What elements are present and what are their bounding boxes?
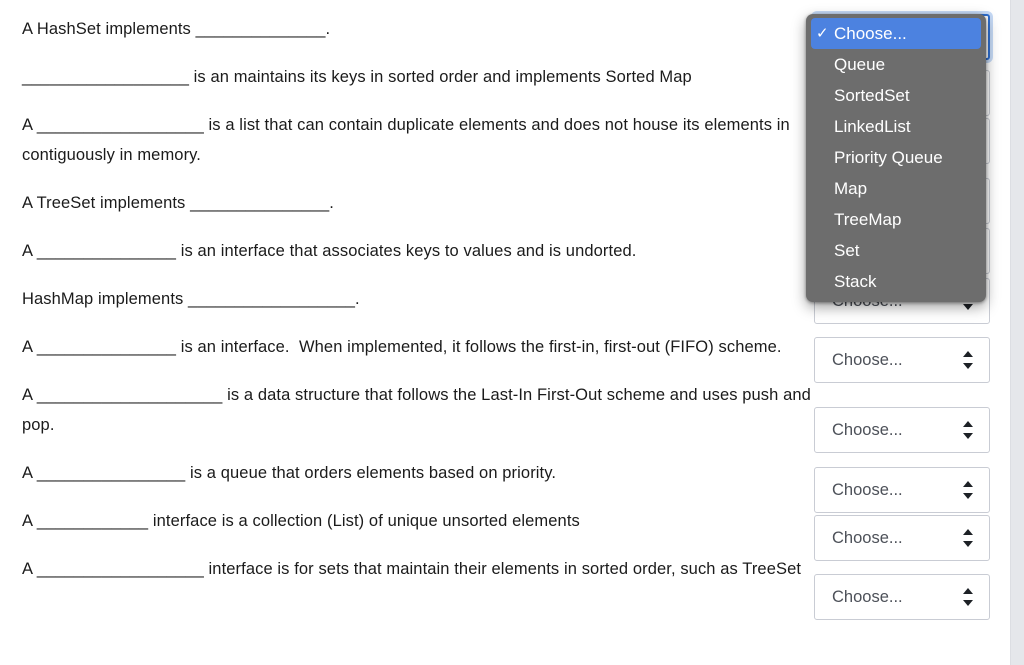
dropdown-option-label: Choose... <box>834 24 907 43</box>
answer-select-11[interactable]: Choose... <box>814 574 990 620</box>
dropdown-option-label: Set <box>834 241 860 260</box>
question-text: A ____________ interface is a collection… <box>22 512 580 530</box>
dropdown-option-linkedlist[interactable]: ✓ LinkedList <box>806 111 986 142</box>
question-text: A TreeSet implements _______________. <box>22 194 334 212</box>
checkmark-icon-placeholder: ✓ <box>816 142 834 173</box>
dropdown-option-choose[interactable]: ✓ Choose... <box>811 18 981 49</box>
dropdown-option-treemap[interactable]: ✓ TreeMap <box>806 204 986 235</box>
chevron-updown-icon <box>963 529 975 547</box>
question-text: A _______________ is an interface. When … <box>22 338 782 356</box>
checkmark-icon-placeholder: ✓ <box>816 173 834 204</box>
checkmark-icon: ✓ <box>816 25 829 42</box>
dropdown-option-queue[interactable]: ✓ Queue <box>806 49 986 80</box>
checkmark-icon-placeholder: ✓ <box>816 80 834 111</box>
dropdown-option-label: Map <box>834 179 868 198</box>
question-text: A HashSet implements ______________. <box>22 20 331 38</box>
answer-select-10[interactable]: Choose... <box>814 515 990 561</box>
question-text: A __________________ is a list that can … <box>22 116 795 164</box>
question-list: A HashSet implements ______________. ___… <box>22 14 812 584</box>
question-text: A __________________ interface is for se… <box>22 560 802 578</box>
dropdown-option-label: Priority Queue <box>834 148 943 167</box>
dropdown-option-label: Queue <box>834 55 886 74</box>
checkmark-icon-placeholder: ✓ <box>816 204 834 235</box>
checkmark-icon-placeholder: ✓ <box>816 49 834 80</box>
dropdown-option-priority-queue[interactable]: ✓ Priority Queue <box>806 142 986 173</box>
answer-select-8-value: Choose... <box>832 420 903 439</box>
question-text: A ________________ is a queue that order… <box>22 464 557 482</box>
dropdown-option-sortedset[interactable]: ✓ SortedSet <box>806 80 986 111</box>
question-text: HashMap implements __________________. <box>22 290 360 308</box>
question-text: A ____________________ is a data structu… <box>22 386 816 434</box>
chevron-updown-icon <box>963 588 975 606</box>
answer-select-9-value: Choose... <box>832 480 903 499</box>
dropdown-option-map[interactable]: ✓ Map <box>806 173 986 204</box>
question-text: A _______________ is an interface that a… <box>22 242 637 260</box>
checkmark-icon-placeholder: ✓ <box>816 235 834 266</box>
chevron-updown-icon <box>963 481 975 499</box>
question-text: __________________ is an maintains its k… <box>22 68 692 86</box>
dropdown-option-label: Stack <box>834 272 877 291</box>
checkmark-icon-placeholder: ✓ <box>816 266 834 297</box>
answer-select-8[interactable]: Choose... <box>814 407 990 453</box>
chevron-updown-icon <box>963 421 975 439</box>
dropdown-option-label: LinkedList <box>834 117 911 136</box>
answer-dropdown-menu[interactable]: ✓ Choose... ✓ Queue ✓ SortedSet ✓ Linked… <box>806 14 986 302</box>
dropdown-option-label: SortedSet <box>834 86 910 105</box>
page-gutter <box>1010 0 1024 665</box>
quiz-form: A HashSet implements ______________. ___… <box>0 0 1008 665</box>
answer-select-9[interactable]: Choose... <box>814 467 990 513</box>
dropdown-option-stack[interactable]: ✓ Stack <box>806 266 986 297</box>
answer-select-7-value: Choose... <box>832 350 903 369</box>
dropdown-option-set[interactable]: ✓ Set <box>806 235 986 266</box>
answer-select-10-value: Choose... <box>832 528 903 547</box>
answer-select-11-value: Choose... <box>832 587 903 606</box>
checkmark-icon-placeholder: ✓ <box>816 111 834 142</box>
dropdown-option-label: TreeMap <box>834 210 902 229</box>
chevron-updown-icon <box>963 351 975 369</box>
answer-select-7[interactable]: Choose... <box>814 337 990 383</box>
